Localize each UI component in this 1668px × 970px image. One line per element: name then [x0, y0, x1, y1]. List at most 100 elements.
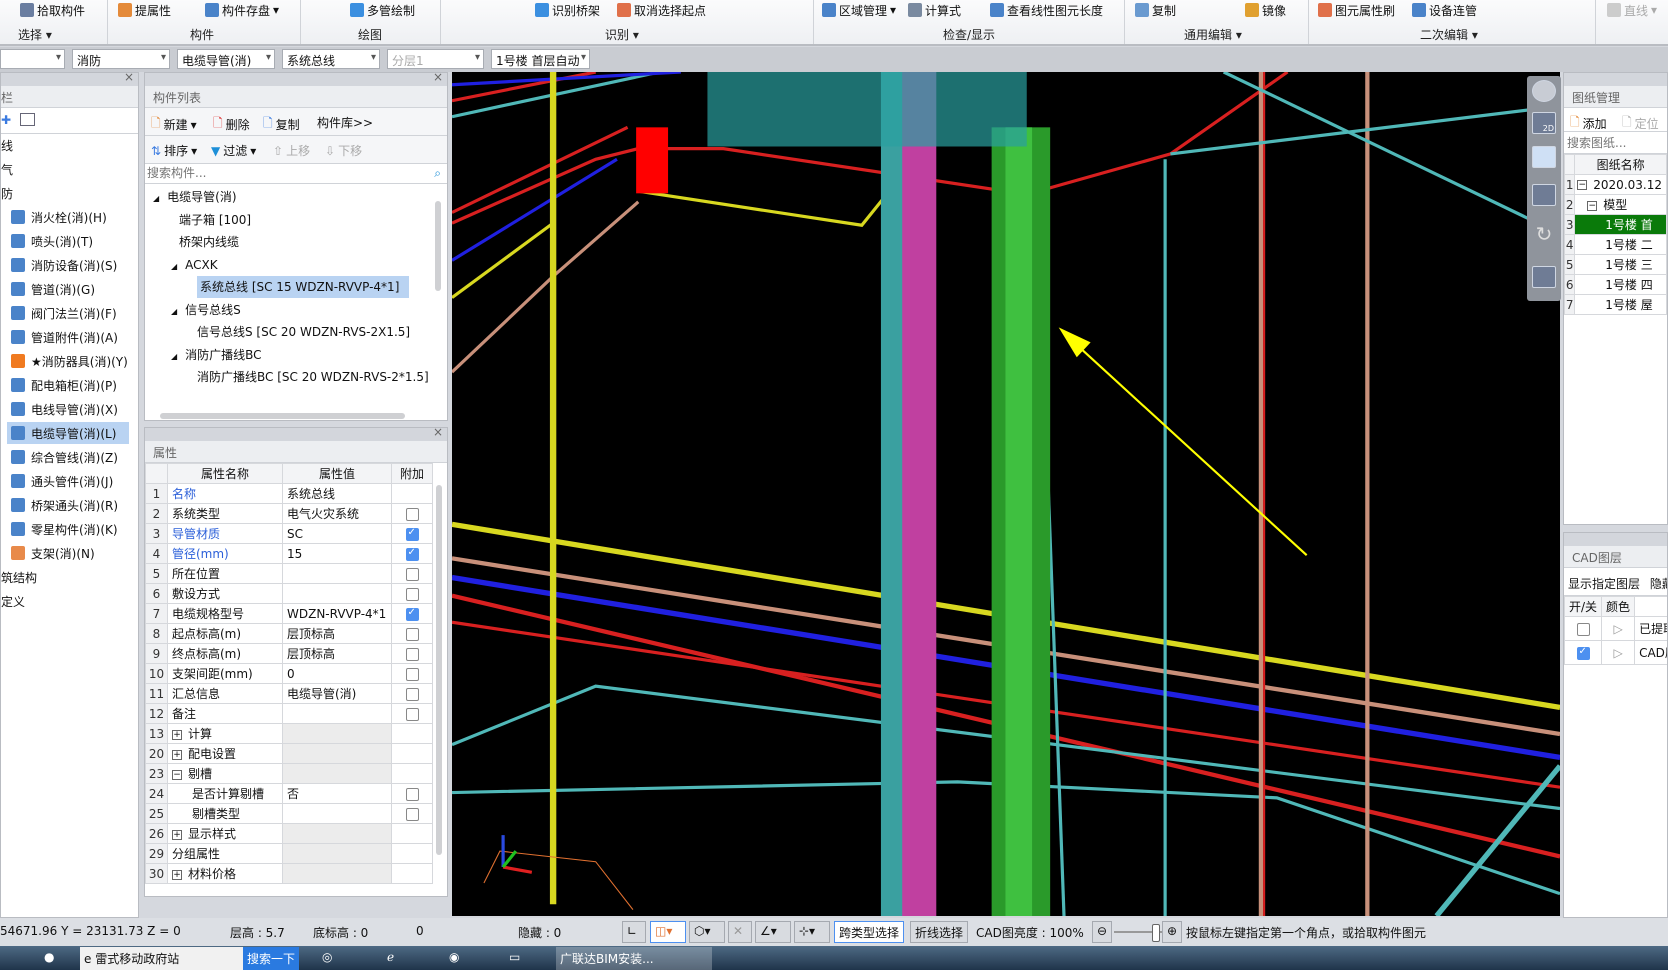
- property-row[interactable]: 12 备注: [145, 703, 433, 724]
- 3d-snap-button[interactable]: ⬡▾: [689, 921, 725, 943]
- delete-button[interactable]: 🗋 删除: [213, 114, 250, 135]
- expand-icon[interactable]: +: [172, 729, 182, 740]
- property-row[interactable]: 29 分组属性: [145, 843, 433, 864]
- expand-triangle-icon[interactable]: ◢: [153, 194, 159, 203]
- copy-button[interactable]: 复制: [1135, 1, 1176, 19]
- layer-toggle-checkbox[interactable]: [1576, 622, 1590, 636]
- attach-checkbox[interactable]: [405, 807, 419, 821]
- expand-icon[interactable]: +: [172, 869, 182, 880]
- group-secondary-edit[interactable]: 二次编辑 ▾: [1420, 26, 1478, 43]
- drawing-row[interactable]: 7 1号楼 屋: [1564, 294, 1667, 315]
- property-value[interactable]: 层顶标高: [282, 643, 392, 664]
- attach-checkbox[interactable]: [405, 607, 419, 621]
- 3d-viewport[interactable]: [452, 72, 1560, 916]
- property-value[interactable]: [282, 583, 392, 604]
- nav-item[interactable]: 阀门法兰(消)(F): [7, 302, 129, 324]
- browser-address-input[interactable]: e 雷式移动政府站: [80, 947, 243, 970]
- expand-icon[interactable]: +: [172, 749, 182, 760]
- tree-item[interactable]: ◢ 信号总线S: [171, 299, 241, 321]
- drawing-row[interactable]: 4 1号楼 二: [1564, 234, 1667, 255]
- nav-item[interactable]: 通头管件(消)(J): [7, 470, 129, 492]
- property-row[interactable]: 4 管径(mm) 15: [145, 543, 433, 564]
- property-row[interactable]: 25 剔槽类型: [145, 803, 433, 824]
- polyline-select-button[interactable]: 折线选择: [910, 921, 969, 943]
- floor-select[interactable]: 1号楼 首层自动: [491, 49, 590, 69]
- category-select[interactable]: [0, 49, 65, 69]
- property-row[interactable]: 11 汇总信息 电缆导管(消): [145, 683, 433, 704]
- brightness-slider-handle[interactable]: [1152, 924, 1160, 942]
- tree-item[interactable]: ◢ ACXK: [171, 254, 218, 276]
- attach-checkbox[interactable]: [405, 587, 419, 601]
- identify-tray-button[interactable]: 识别桥架: [535, 1, 600, 19]
- nav-item[interactable]: 气: [1, 158, 131, 180]
- property-row[interactable]: 9 终点标高(m) 层顶标高: [145, 643, 433, 664]
- nav-item[interactable]: 筑结构: [1, 566, 131, 588]
- collapse-icon[interactable]: −: [172, 769, 182, 780]
- expand-triangle-icon[interactable]: ◢: [171, 307, 177, 316]
- layer-row[interactable]: ▷已提取: [1564, 616, 1667, 641]
- property-row[interactable]: 1 名称 系统总线: [145, 483, 433, 504]
- nav-item[interactable]: 防: [1, 182, 131, 204]
- ie-icon[interactable]: ℯ: [383, 947, 398, 970]
- nav-item[interactable]: 管道(消)(G): [7, 278, 129, 300]
- attach-checkbox[interactable]: [405, 527, 419, 541]
- close-icon[interactable]: ×: [124, 70, 134, 84]
- drawing-search-input[interactable]: [1564, 132, 1667, 154]
- property-value[interactable]: 15: [282, 543, 392, 564]
- property-row[interactable]: 8 起点标高(m) 层顶标高: [145, 623, 433, 644]
- sort-button[interactable]: ⇅ 排序 ▾: [151, 142, 197, 159]
- component-type-select[interactable]: 电缆导管(消): [177, 49, 275, 69]
- nav-item[interactable]: 喷头(消)(T): [7, 230, 129, 252]
- attach-checkbox[interactable]: [405, 787, 419, 801]
- nav-item[interactable]: 管道附件(消)(A): [7, 326, 129, 348]
- property-value[interactable]: 电缆导管(消): [282, 683, 392, 704]
- attach-checkbox[interactable]: [405, 627, 419, 641]
- 3d-wireframe-icon[interactable]: [1532, 146, 1556, 168]
- property-value[interactable]: 电气火灾系统: [282, 503, 392, 524]
- property-value[interactable]: [282, 743, 392, 764]
- property-value[interactable]: 0: [282, 663, 392, 684]
- orbit-icon[interactable]: [1532, 80, 1556, 102]
- property-row[interactable]: 24 是否计算剔槽否: [145, 783, 433, 804]
- discipline-select[interactable]: 消防: [72, 49, 170, 69]
- nav-item[interactable]: ★消防器具(消)(Y): [7, 350, 129, 372]
- nav-item[interactable]: 支架(消)(N): [7, 542, 129, 564]
- drawing-row[interactable]: 6 1号楼 四: [1564, 274, 1667, 295]
- line-button[interactable]: 直线 ▾: [1607, 1, 1657, 19]
- save-component-button[interactable]: 构件存盘 ▾: [205, 1, 279, 19]
- attach-checkbox[interactable]: [405, 667, 419, 681]
- nav-item[interactable]: 综合管线(消)(Z): [7, 446, 129, 468]
- attach-checkbox[interactable]: [405, 647, 419, 661]
- horizontal-scrollbar[interactable]: [160, 413, 405, 419]
- area-manage-button[interactable]: 区域管理 ▾: [822, 1, 896, 19]
- layer-toggle-checkbox[interactable]: [1576, 646, 1590, 660]
- attach-checkbox[interactable]: [405, 507, 419, 521]
- drawing-row[interactable]: 1−2020.03.12: [1564, 174, 1667, 195]
- mirror-button[interactable]: 镜像: [1245, 1, 1286, 19]
- tree-item[interactable]: 系统总线 [SC 15 WDZN-RVVP-4*1]: [197, 276, 409, 298]
- move-down-button[interactable]: ⇩ 下移: [325, 142, 362, 159]
- nav-item[interactable]: 定义: [1, 590, 131, 612]
- nav-item[interactable]: 桥架通头(消)(R): [7, 494, 129, 516]
- property-value[interactable]: [282, 843, 392, 864]
- multi-pipe-draw-button[interactable]: 多管绘制: [350, 1, 415, 19]
- cross-type-select-button[interactable]: 跨类型选择: [834, 921, 905, 943]
- expand-icon[interactable]: +: [172, 829, 182, 840]
- drawing-row[interactable]: 3 1号楼 首: [1564, 214, 1667, 235]
- show-layer-button[interactable]: 显示指定图层: [1568, 577, 1640, 591]
- group-identify[interactable]: 识别 ▾: [605, 26, 639, 43]
- nav-item[interactable]: 消防设备(消)(S): [7, 254, 129, 276]
- property-value[interactable]: 系统总线: [282, 483, 392, 504]
- group-select[interactable]: 选择 ▾: [18, 26, 52, 43]
- property-value[interactable]: [282, 563, 392, 584]
- property-value[interactable]: [282, 823, 392, 844]
- attach-checkbox[interactable]: [405, 707, 419, 721]
- property-value[interactable]: WDZN-RVVP-4*1: [282, 603, 392, 624]
- nav-item[interactable]: 零星构件(消)(K): [7, 518, 129, 540]
- taskbar-glodon-app[interactable]: 广联达BIM安装...: [556, 947, 712, 970]
- nav-item[interactable]: 线: [1, 134, 131, 156]
- brightness-increase-button[interactable]: ⊕: [1162, 921, 1182, 943]
- layer-row[interactable]: ▷CAD原: [1564, 640, 1667, 665]
- component-search-input[interactable]: [145, 164, 415, 182]
- hide-layer-button[interactable]: 隐藏: [1650, 577, 1667, 591]
